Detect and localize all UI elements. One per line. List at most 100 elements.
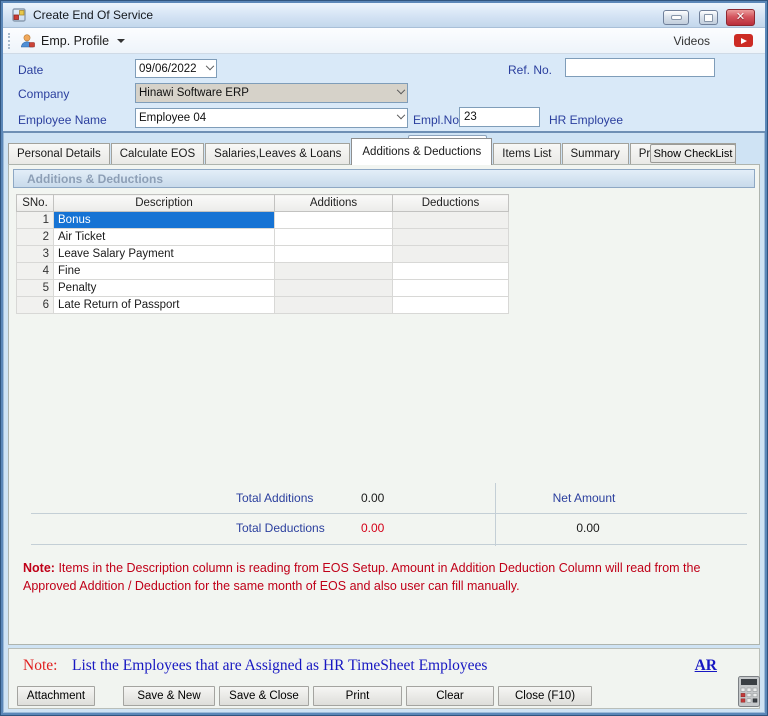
additions-cell[interactable] [275,246,393,263]
row-number[interactable]: 4 [17,263,54,280]
additions-cell[interactable] [275,297,393,314]
empl-no-input[interactable] [459,107,540,127]
hr-employee-label: HR Employee [549,113,623,127]
employee-name-label: Employee Name [18,113,107,127]
footer-note-text: List the Employees that are Assigned as … [72,657,487,675]
col-header-description[interactable]: Description [54,195,275,212]
table-row: 5 Penalty [17,280,509,297]
deductions-cell[interactable] [393,297,509,314]
col-header-sno[interactable]: SNo. [17,195,54,212]
col-header-deductions[interactable]: Deductions [393,195,509,212]
footer-note-label: Note: [23,657,57,675]
app-window: Create End Of Service ✕ Emp. Profile Vid… [0,0,768,716]
net-amount-label: Net Amount [484,491,684,505]
tab-additions-deductions[interactable]: Additions & Deductions [351,138,492,165]
table-row: 4 Fine [17,263,509,280]
deductions-cell[interactable] [393,246,509,263]
combo-arrow-icon [206,61,214,69]
row-number[interactable]: 1 [17,212,54,229]
tab-strip: Personal Details Calculate EOS Salaries,… [8,138,737,164]
additions-cell[interactable] [275,229,393,246]
row-number[interactable]: 6 [17,297,54,314]
header-form: Date 09/06/2022 Ref. No. Company Hinawi … [3,54,765,133]
emp-profile-button[interactable]: Emp. Profile [41,34,109,48]
deductions-cell[interactable] [393,263,509,280]
youtube-icon[interactable] [734,34,753,47]
tab-summary[interactable]: Summary [562,143,629,164]
description-cell[interactable]: Late Return of Passport [54,297,275,314]
toolbar: Emp. Profile Videos [3,28,765,54]
deductions-cell[interactable] [393,212,509,229]
employee-name-select[interactable]: Employee 04 [135,108,408,128]
minimize-button[interactable] [663,10,689,25]
totals-rule [31,544,747,545]
print-button[interactable]: Print [313,686,402,706]
close-f10-button[interactable]: Close (F10) [498,686,592,706]
combo-arrow-icon [397,86,405,94]
tab-items-list[interactable]: Items List [493,143,560,164]
minimize-icon [671,15,682,20]
row-number[interactable]: 3 [17,246,54,263]
empl-no-label: Empl.No [413,113,459,127]
description-cell[interactable]: Fine [54,263,275,280]
table-row: 2 Air Ticket [17,229,509,246]
description-note: Note: Items in the Description column is… [23,559,751,595]
description-cell[interactable]: Penalty [54,280,275,297]
close-button[interactable]: ✕ [726,9,755,26]
clear-button[interactable]: Clear [406,686,494,706]
calculator-icon[interactable] [738,676,760,707]
title-bar: Create End Of Service ✕ [3,3,765,28]
ar-language-link[interactable]: AR [695,657,717,675]
totals-rule [31,513,747,514]
description-cell[interactable]: Air Ticket [54,229,275,246]
additions-cell[interactable] [275,212,393,229]
footer-note: Note: List the Employees that are Assign… [9,657,759,677]
totals-section: Total Additions 0.00 Total Deductions 0.… [9,483,759,547]
window-controls: ✕ [3,10,765,27]
additions-deductions-panel: Additions & Deductions SNo. Description … [8,164,760,645]
videos-link[interactable]: Videos [674,34,710,48]
date-select[interactable]: 09/06/2022 [135,59,217,78]
additions-deductions-table: SNo. Description Additions Deductions 1 … [16,194,509,314]
additions-cell[interactable] [275,280,393,297]
total-deductions-value: 0.00 [361,521,384,535]
total-additions-label: Total Additions [236,491,313,505]
company-select[interactable]: Hinawi Software ERP [135,83,408,103]
group-header: Additions & Deductions [13,169,755,188]
attachment-button[interactable]: Attachment [17,686,95,706]
table-row: 6 Late Return of Passport [17,297,509,314]
ref-no-input[interactable] [565,58,715,77]
tab-personal-details[interactable]: Personal Details [8,143,110,164]
total-deductions-label: Total Deductions [236,521,325,535]
table-row: 3 Leave Salary Payment [17,246,509,263]
chevron-down-icon[interactable] [117,39,125,43]
row-number[interactable]: 5 [17,280,54,297]
combo-arrow-icon [397,111,405,119]
ref-no-label: Ref. No. [508,63,552,77]
table-row: 1 Bonus [17,212,509,229]
net-amount-value: 0.00 [488,521,688,535]
save-close-button[interactable]: Save & Close [219,686,309,706]
row-number[interactable]: 2 [17,229,54,246]
maximize-icon [704,14,713,22]
description-cell[interactable]: Bonus [54,212,275,229]
employee-profile-icon [19,33,36,49]
date-label: Date [18,63,43,77]
description-cell[interactable]: Leave Salary Payment [54,246,275,263]
table-header-row: SNo. Description Additions Deductions [17,195,509,212]
tab-calculate-eos[interactable]: Calculate EOS [111,143,204,164]
maximize-button[interactable] [699,10,718,25]
save-new-button[interactable]: Save & New [123,686,215,706]
show-checklist-button[interactable]: Show CheckList [650,144,736,163]
play-icon [741,38,747,44]
company-label: Company [18,87,69,101]
additions-cell[interactable] [275,263,393,280]
close-icon: ✕ [736,12,745,23]
toolbar-grip[interactable] [8,33,12,49]
deductions-cell[interactable] [393,280,509,297]
total-additions-value: 0.00 [361,491,384,505]
col-header-additions[interactable]: Additions [275,195,393,212]
footer-panel: Note: List the Employees that are Assign… [8,648,760,709]
deductions-cell[interactable] [393,229,509,246]
tab-salaries-leaves-loans[interactable]: Salaries,Leaves & Loans [205,143,350,164]
